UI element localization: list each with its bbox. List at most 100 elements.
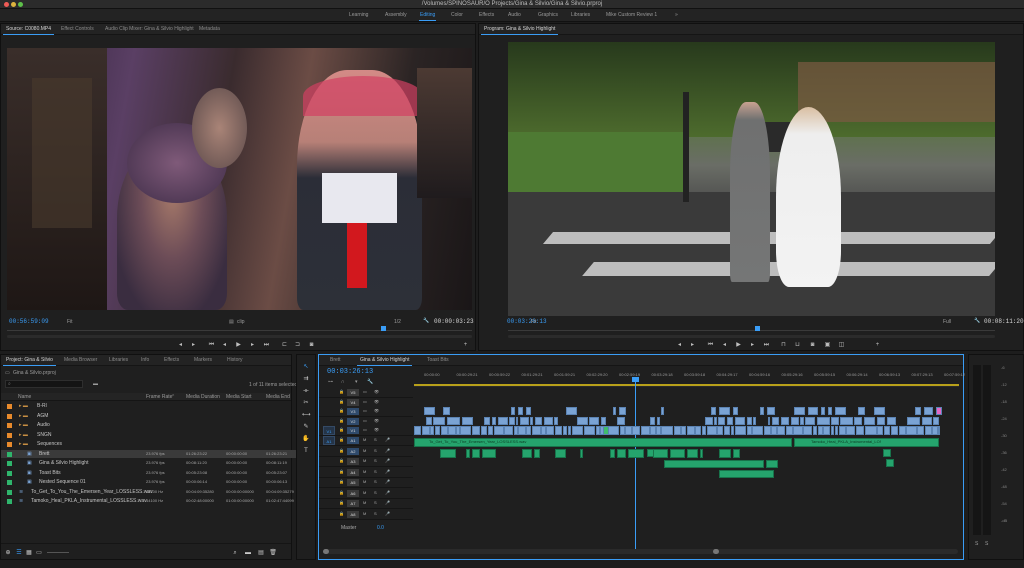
go-to-out-icon[interactable]: ⏭ — [263, 342, 270, 349]
source-patch-a1[interactable]: A1 — [323, 436, 335, 445]
label-color-swatch[interactable] — [7, 470, 12, 476]
audio-clip-a3[interactable] — [719, 470, 774, 478]
track-label[interactable]: A3 — [347, 458, 359, 465]
project-item-row[interactable]: ▸ ▬ B-Rl — [1, 402, 301, 410]
video-clip-v2[interactable] — [530, 416, 534, 425]
tab-metadata[interactable]: Metadata — [196, 24, 223, 35]
video-clip-v3[interactable] — [525, 407, 531, 415]
workspace-assembly[interactable]: Assembly — [382, 9, 410, 22]
sync-lock-icon[interactable]: ▭ — [363, 399, 367, 404]
video-clip-v1[interactable] — [531, 426, 541, 435]
project-item-row[interactable]: ▸ ▬ Audio — [1, 421, 301, 429]
source-add-button-icon[interactable]: + — [462, 342, 469, 349]
video-clip-v1[interactable] — [513, 426, 518, 435]
video-clip-v2[interactable] — [933, 416, 939, 425]
tab-sequence-brett[interactable]: Brett — [327, 355, 344, 366]
video-clip-v1[interactable] — [864, 426, 877, 435]
video-clip-v2[interactable] — [921, 416, 932, 425]
col-name[interactable]: Name — [18, 394, 31, 400]
video-clip-v1[interactable] — [567, 426, 572, 435]
zoom-scrollbar-left-handle[interactable] — [323, 549, 329, 554]
track-label[interactable]: A6 — [347, 489, 359, 497]
video-clip-v3[interactable] — [807, 407, 818, 415]
track-lock-icon[interactable]: 🔒 — [339, 479, 344, 484]
linked-selection-icon[interactable]: ∩ — [341, 379, 345, 385]
overwrite-icon[interactable]: ⊐ — [294, 342, 301, 349]
video-clip-v3[interactable] — [660, 407, 664, 415]
video-clip-v2[interactable] — [734, 416, 746, 425]
video-clip-v2[interactable] — [705, 416, 713, 425]
video-clip-v2[interactable] — [800, 416, 804, 425]
track-lock-icon[interactable]: 🔒 — [339, 399, 344, 404]
video-clip-v1[interactable] — [777, 426, 786, 435]
source-playhead[interactable] — [381, 326, 386, 331]
video-clip-v2[interactable] — [780, 416, 790, 425]
video-clip-v2[interactable] — [577, 416, 588, 425]
list-view-icon[interactable]: ☰ — [15, 549, 23, 557]
col-media-end[interactable]: Media End — [266, 394, 290, 400]
video-clip-v1[interactable] — [834, 426, 839, 435]
thumbnail-size-slider[interactable] — [47, 552, 69, 553]
project-item-row[interactable]: ▣ Nested Sequence 01 23.976 fps 00:00:06:14… — [1, 478, 301, 486]
video-clip-v1[interactable] — [746, 426, 752, 435]
video-clip-v2[interactable] — [446, 416, 461, 425]
solo-button[interactable]: S — [374, 511, 377, 516]
timeline-settings-icon[interactable]: 🔧 — [367, 379, 373, 385]
video-clip-v1[interactable] — [414, 426, 422, 435]
video-clip-v1[interactable] — [480, 426, 488, 435]
video-clip-v1[interactable] — [838, 426, 846, 435]
razor-tool-icon[interactable]: ✂ — [302, 399, 310, 407]
track-lock-icon[interactable]: 🔒 — [339, 418, 344, 423]
zoom-scrollbar-right-handle[interactable] — [713, 549, 719, 554]
tab-program[interactable]: Program: Gina & Silvio Highlight — [481, 24, 559, 35]
video-clip-v1[interactable] — [625, 426, 632, 435]
track-label[interactable]: A7 — [347, 500, 359, 507]
sync-lock-icon[interactable]: ▭ — [363, 408, 367, 413]
video-clip-v1[interactable] — [448, 426, 456, 435]
zoom-window-icon[interactable] — [18, 2, 23, 7]
track-lock-icon[interactable]: 🔒 — [339, 458, 344, 463]
video-clip-v2[interactable] — [519, 416, 529, 425]
video-clip-v1[interactable] — [518, 426, 526, 435]
video-clip-v1[interactable] — [673, 426, 681, 435]
video-clip-v1[interactable] — [817, 426, 823, 435]
video-clip-v1[interactable] — [830, 426, 835, 435]
tab-project[interactable]: Project: Gina & Silvio — [3, 355, 56, 366]
audio-clip-a2[interactable] — [616, 449, 626, 458]
solo-button[interactable]: S — [374, 458, 377, 463]
track-select-tool-icon[interactable]: ⇉ — [302, 375, 310, 383]
source-video-frame[interactable] — [7, 48, 472, 310]
video-clip-v1[interactable] — [421, 426, 430, 435]
find-icon[interactable]: ⌕ — [231, 549, 239, 557]
track-label[interactable]: A5 — [347, 479, 359, 486]
tab-effect-controls[interactable]: Effect Controls — [58, 24, 97, 35]
track-label[interactable]: V1 — [347, 427, 359, 434]
new-item-icon[interactable]: ▤ — [257, 549, 265, 557]
voiceover-icon[interactable]: 🎤 — [385, 511, 390, 516]
video-clip-v2[interactable] — [840, 416, 853, 425]
track-lock-icon[interactable]: 🔒 — [339, 500, 344, 505]
video-clip-v2[interactable] — [656, 416, 660, 425]
new-bin-icon[interactable]: ▬ — [93, 381, 98, 387]
voiceover-icon[interactable]: 🎤 — [385, 458, 390, 463]
video-clip-v3[interactable] — [923, 407, 934, 415]
solo-button[interactable]: S — [374, 437, 377, 442]
video-clip-v2[interactable] — [509, 416, 515, 425]
workspace-graphics[interactable]: Graphics — [535, 9, 561, 22]
program-step-forward-icon[interactable]: ▸ — [749, 342, 756, 349]
track-lock-icon[interactable]: 🔒 — [339, 469, 344, 474]
video-clip-v2[interactable] — [746, 416, 752, 425]
video-clip-v1[interactable] — [430, 426, 435, 435]
tab-effects[interactable]: Effects — [161, 355, 182, 366]
label-color-swatch[interactable] — [7, 499, 12, 504]
video-clip-v1[interactable] — [938, 426, 941, 435]
video-clip-v3[interactable] — [566, 407, 578, 415]
video-clip-v1[interactable] — [917, 426, 925, 435]
audio-clip-a2[interactable] — [627, 449, 645, 458]
workspace-libraries[interactable]: Libraries — [568, 9, 593, 22]
video-clip-v1[interactable] — [723, 426, 730, 435]
selection-tool-icon[interactable]: ↖ — [302, 363, 310, 371]
video-clip-v3[interactable] — [732, 407, 739, 415]
solo-button[interactable]: S — [374, 490, 377, 495]
track-label[interactable]: V3 — [347, 408, 359, 415]
